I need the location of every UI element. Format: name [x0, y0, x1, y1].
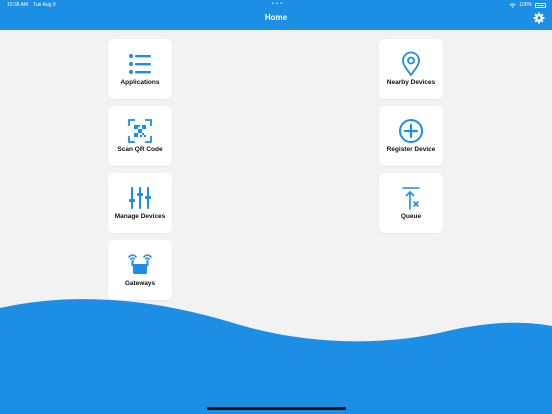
- gear-icon[interactable]: [533, 12, 545, 24]
- tile-manage-devices[interactable]: Manage Devices: [108, 173, 172, 233]
- tile-gateways[interactable]: Gateways: [108, 240, 172, 300]
- tile-nearby-devices[interactable]: Nearby Devices: [379, 39, 443, 99]
- tile-register-device[interactable]: Register Device: [379, 106, 443, 166]
- status-time: 10:38 AM: [7, 2, 29, 8]
- sliders-icon: [129, 187, 151, 209]
- tile-label: Manage Devices: [114, 213, 166, 220]
- tile-label: Applications: [120, 79, 160, 86]
- tile-label: Scan QR Code: [117, 146, 163, 153]
- wifi-status-icon: [509, 2, 516, 8]
- gateway-icon: [128, 254, 152, 274]
- tile-label: Nearby Devices: [386, 79, 436, 86]
- qr-scan-icon: [128, 119, 152, 143]
- home-indicator[interactable]: [207, 407, 346, 410]
- tile-scan-qr-code[interactable]: Scan QR Code: [108, 106, 172, 166]
- battery-icon: [535, 2, 546, 8]
- tile-label: Queue: [400, 213, 422, 220]
- tile-label: Register Device: [386, 146, 436, 153]
- wave-background: [0, 299, 552, 414]
- status-date: Tue Aug 9: [33, 2, 56, 8]
- tile-label: Gateways: [124, 280, 156, 287]
- plus-circle-icon: [399, 119, 423, 143]
- list-icon: [129, 54, 151, 74]
- location-pin-icon: [402, 51, 420, 77]
- battery-percent: 100%: [519, 2, 532, 8]
- queue-icon: [402, 187, 420, 210]
- page-title: Home: [264, 13, 288, 22]
- tile-applications[interactable]: Applications: [108, 39, 172, 99]
- status-right: 100%: [509, 2, 546, 8]
- top-bar: 10:38 AM Tue Aug 9 • • • 100% Home: [0, 0, 552, 30]
- multitasking-dots[interactable]: • • •: [272, 1, 283, 7]
- tile-queue[interactable]: Queue: [379, 173, 443, 233]
